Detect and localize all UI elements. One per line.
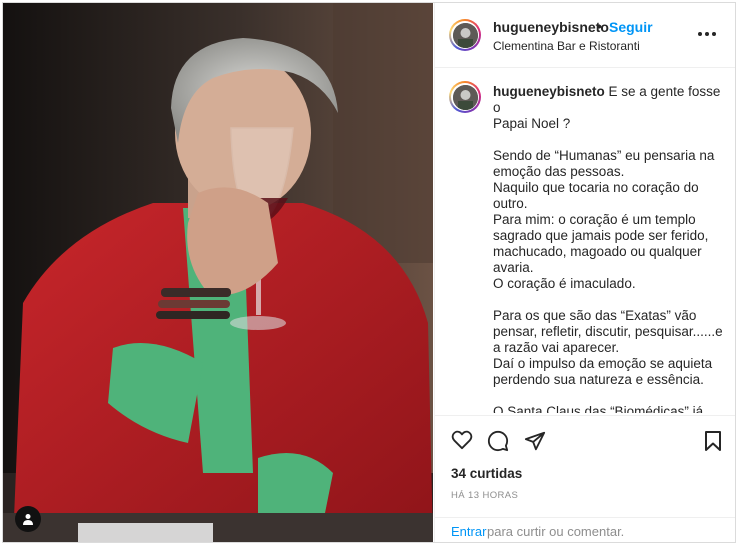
share-button[interactable] (524, 430, 546, 457)
caption-line: perdendo sua natureza e essência. (493, 372, 704, 387)
comment-icon (487, 430, 509, 452)
more-horizontal-icon (698, 32, 716, 36)
caption-avatar-photo (452, 84, 478, 110)
caption-line: Para os que são das “Exatas” vão (493, 308, 697, 323)
caption-avatar-image (452, 84, 478, 110)
caption-line: emoção das pessoas. (493, 164, 625, 179)
avatar-image (452, 22, 478, 48)
post-card: hugueneybisneto • Seguir Clementina Bar … (2, 2, 736, 543)
save-button[interactable] (703, 430, 723, 457)
more-options-button[interactable] (697, 21, 717, 42)
caption-line: O Santa Claus das “Biomédicas” já iria (493, 404, 704, 413)
avatar-frame (451, 21, 479, 49)
caption-username[interactable]: hugueneybisneto (493, 84, 605, 99)
caption-line: sagrado que jamais pode ser ferido, (493, 228, 709, 243)
login-link[interactable]: Entrar (451, 524, 486, 539)
location-link[interactable]: Clementina Bar e Ristoranti (493, 39, 640, 53)
follow-button[interactable]: Seguir (609, 19, 653, 35)
login-prompt: Entrar para curtir ou comentar. (435, 517, 735, 542)
caption-line: hugueneybisneto E se a gente fosse o (493, 84, 723, 116)
action-bar: 34 curtidas HÁ 13 HORAS Entrar para curt… (435, 415, 735, 542)
heart-icon (451, 430, 473, 450)
separator-dot: • (597, 18, 602, 34)
bookmark-icon (705, 431, 721, 451)
caption-line (493, 132, 723, 148)
caption-line: Daí o impulso da emoção se aquieta (493, 356, 713, 371)
caption-line: outro. (493, 196, 528, 211)
caption-line: Sendo de “Humanas” eu pensaria na (493, 148, 715, 163)
caption-line (493, 388, 723, 404)
post-sidebar: hugueneybisneto • Seguir Clementina Bar … (434, 3, 735, 542)
user-tag-button[interactable] (15, 506, 41, 532)
like-button[interactable] (451, 430, 473, 455)
caption-avatar[interactable] (449, 81, 481, 113)
post-photo[interactable] (3, 3, 433, 542)
header-username[interactable]: hugueneybisneto (493, 19, 609, 35)
post-image (3, 3, 433, 542)
avatar-photo (452, 22, 478, 48)
post-timestamp: HÁ 13 HORAS (451, 490, 519, 501)
caption-line: Naquilo que tocaria no coração do (493, 180, 699, 195)
comment-button[interactable] (487, 430, 509, 457)
caption-line: machucado, magoado ou qualquer (493, 244, 702, 259)
caption-avatar-frame (451, 83, 479, 111)
login-prompt-text: para curtir ou comentar. (487, 524, 625, 539)
caption-line: a razão vai aparecer. (493, 340, 620, 355)
avatar[interactable] (449, 19, 481, 51)
share-icon (524, 431, 546, 451)
person-icon (23, 514, 33, 525)
caption-line: O coração é imaculado. (493, 276, 636, 291)
caption-section: hugueneybisneto E se a gente fosse o Pap… (435, 68, 735, 413)
caption-line: pensar, refletir, discutir, pesquisar...… (493, 324, 723, 339)
likes-count[interactable]: 34 curtidas (451, 466, 522, 481)
caption-line: Papai Noel ? (493, 116, 571, 131)
caption-text: hugueneybisneto E se a gente fosse o Pap… (493, 84, 723, 413)
caption-line: avaria. (493, 260, 534, 275)
caption-line: Para mim: o coração é um templo (493, 212, 696, 227)
post-header: hugueneybisneto • Seguir Clementina Bar … (435, 3, 735, 68)
caption-line (493, 292, 723, 308)
